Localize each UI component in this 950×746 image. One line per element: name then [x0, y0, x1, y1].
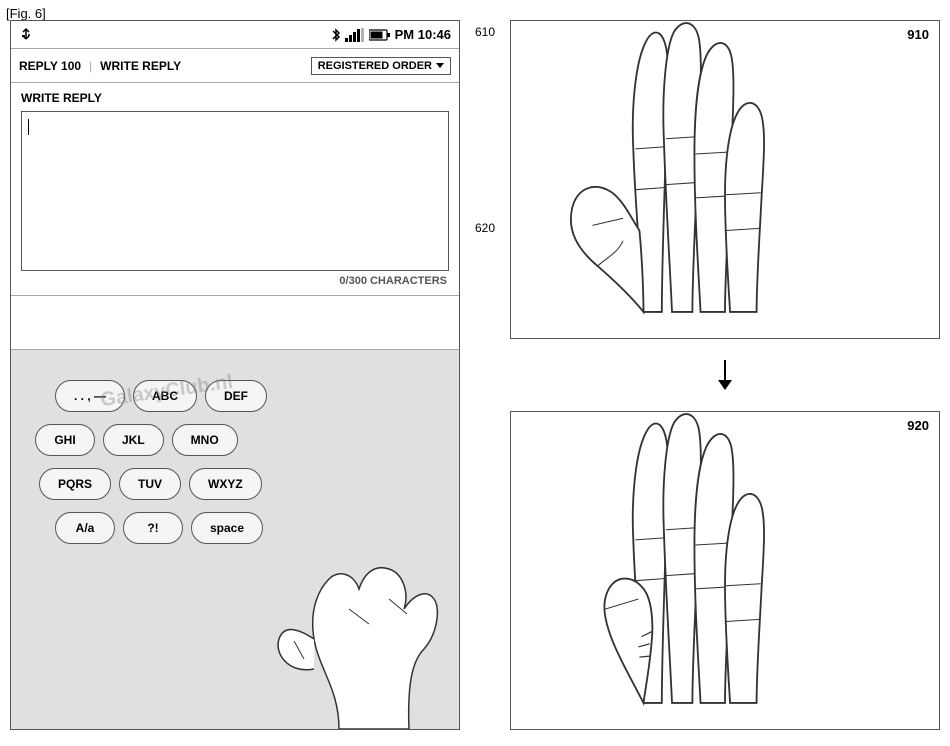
status-bar: PM 10:46 610: [11, 21, 459, 49]
key-pqrs[interactable]: PQRS: [39, 468, 111, 500]
key-punctuation[interactable]: . . , —: [55, 380, 125, 412]
hand-box-910: 910: [510, 20, 940, 339]
down-arrow: [718, 360, 732, 390]
key-aa-label: A/a: [76, 521, 95, 535]
status-icons-right: PM 10:46: [331, 27, 451, 43]
key-space[interactable]: space: [191, 512, 263, 544]
section-title: WRITE REPLY: [21, 91, 449, 105]
arrow-line: [724, 360, 726, 380]
text-cursor: [28, 119, 29, 135]
key-tuv-label: TUV: [138, 477, 162, 491]
key-punctuation-label: . . , —: [74, 389, 106, 403]
key-mno-label: MNO: [191, 433, 219, 447]
write-reply-nav-label: WRITE REPLY: [100, 59, 181, 73]
nav-bar: REPLY 100 | WRITE REPLY REGISTERED ORDER: [11, 49, 459, 83]
keyboard-panel: . . , — ABC DEF GHI JKL MNO PQRS: [11, 349, 459, 729]
key-row-3: PQRS TUV WXYZ: [39, 468, 445, 500]
key-row-2: GHI JKL MNO: [35, 424, 445, 456]
key-ghi-label: GHI: [54, 433, 75, 447]
ref-620: 620: [475, 221, 495, 235]
key-wxyz-label: WXYZ: [208, 477, 243, 491]
key-mno[interactable]: MNO: [172, 424, 238, 456]
status-icons-left: [19, 27, 33, 43]
hand-svg-920: [511, 412, 939, 729]
key-abc[interactable]: ABC: [133, 380, 197, 412]
key-row-4: A/a ?! space: [55, 512, 445, 544]
nav-divider: |: [89, 59, 92, 73]
key-def[interactable]: DEF: [205, 380, 267, 412]
signal-icon: [345, 28, 365, 42]
hand-box-920: 920: [510, 411, 940, 730]
write-reply-section: WRITE REPLY 0/300 CHARACTERS: [11, 83, 459, 296]
key-wxyz[interactable]: WXYZ: [189, 468, 262, 500]
key-space-label: space: [210, 521, 244, 535]
status-time: PM 10:46: [395, 27, 451, 42]
ref-910: 910: [907, 27, 929, 42]
dropdown-label: REGISTERED ORDER: [318, 60, 432, 72]
right-panel: 910: [510, 20, 940, 730]
hand-svg-910: [511, 21, 939, 338]
text-area-box[interactable]: [21, 111, 449, 271]
arrow-head-icon: [718, 380, 732, 390]
reply-label: REPLY 100: [19, 59, 81, 73]
key-abc-label: ABC: [152, 389, 178, 403]
key-punct2-label: ?!: [147, 521, 158, 535]
key-def-label: DEF: [224, 389, 248, 403]
key-jkl[interactable]: JKL: [103, 424, 164, 456]
arrow-container: [510, 355, 940, 395]
key-punct2[interactable]: ?!: [123, 512, 183, 544]
registered-order-dropdown[interactable]: REGISTERED ORDER: [311, 57, 451, 75]
finger-overlay: [259, 409, 459, 729]
key-row-1: . . , — ABC DEF: [55, 380, 445, 412]
figure-label: [Fig. 6]: [6, 6, 46, 21]
usb-icon: [19, 27, 33, 43]
char-count: 0/300 CHARACTERS: [21, 275, 449, 287]
battery-icon: [369, 29, 391, 41]
key-pqrs-label: PQRS: [58, 477, 92, 491]
key-ghi[interactable]: GHI: [35, 424, 95, 456]
dropdown-arrow-icon: [436, 63, 444, 68]
ref-920: 920: [907, 418, 929, 433]
key-jkl-label: JKL: [122, 433, 145, 447]
key-tuv[interactable]: TUV: [119, 468, 181, 500]
ref-610: 610: [475, 25, 495, 39]
bluetooth-icon: [331, 27, 341, 43]
key-aa[interactable]: A/a: [55, 512, 115, 544]
phone-panel: PM 10:46 610 REPLY 100 | WRITE REPLY REG…: [10, 20, 460, 730]
